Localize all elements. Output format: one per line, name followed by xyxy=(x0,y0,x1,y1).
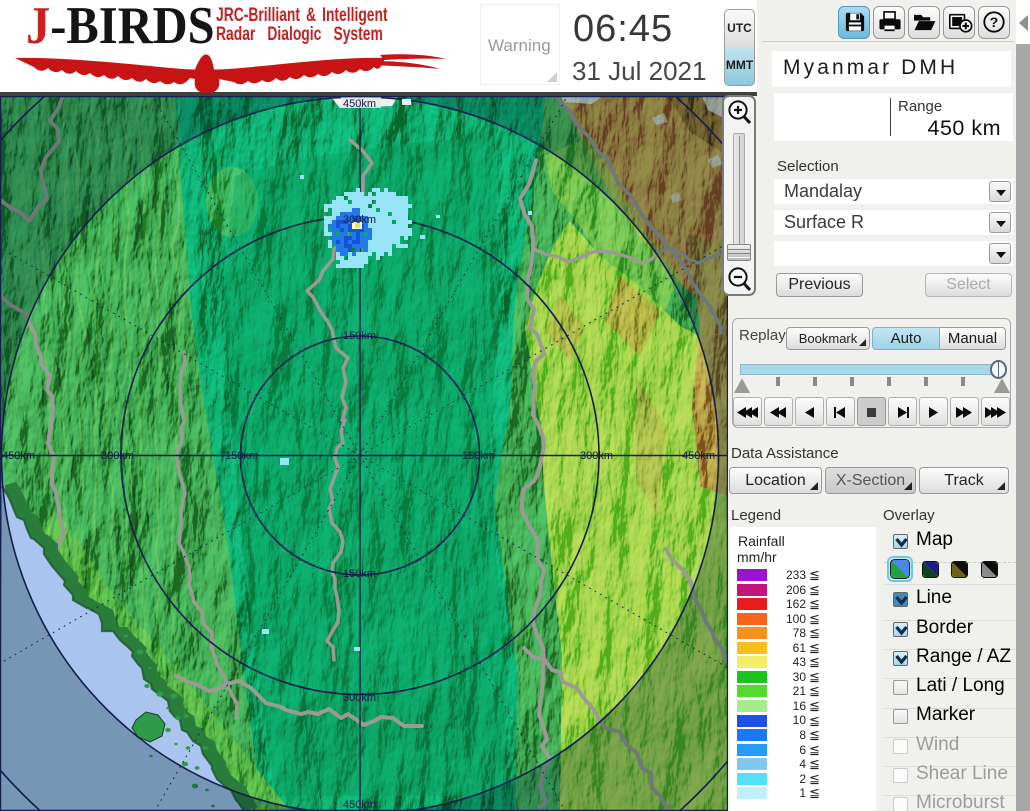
svg-text:450km: 450km xyxy=(2,450,35,462)
svg-text:150km: 150km xyxy=(225,450,258,462)
svg-text:300km: 300km xyxy=(343,692,376,704)
svg-text:450km: 450km xyxy=(343,98,376,110)
svg-text:150km: 150km xyxy=(343,568,376,580)
svg-text:450km: 450km xyxy=(682,450,715,462)
svg-text:300km: 300km xyxy=(580,450,613,462)
svg-text:?: ? xyxy=(990,15,999,31)
svg-text:300km: 300km xyxy=(343,214,376,226)
svg-text:300km: 300km xyxy=(101,450,134,462)
svg-text:150km: 150km xyxy=(343,330,376,342)
svg-text:450km: 450km xyxy=(343,799,376,811)
svg-text:150km: 150km xyxy=(462,450,495,462)
